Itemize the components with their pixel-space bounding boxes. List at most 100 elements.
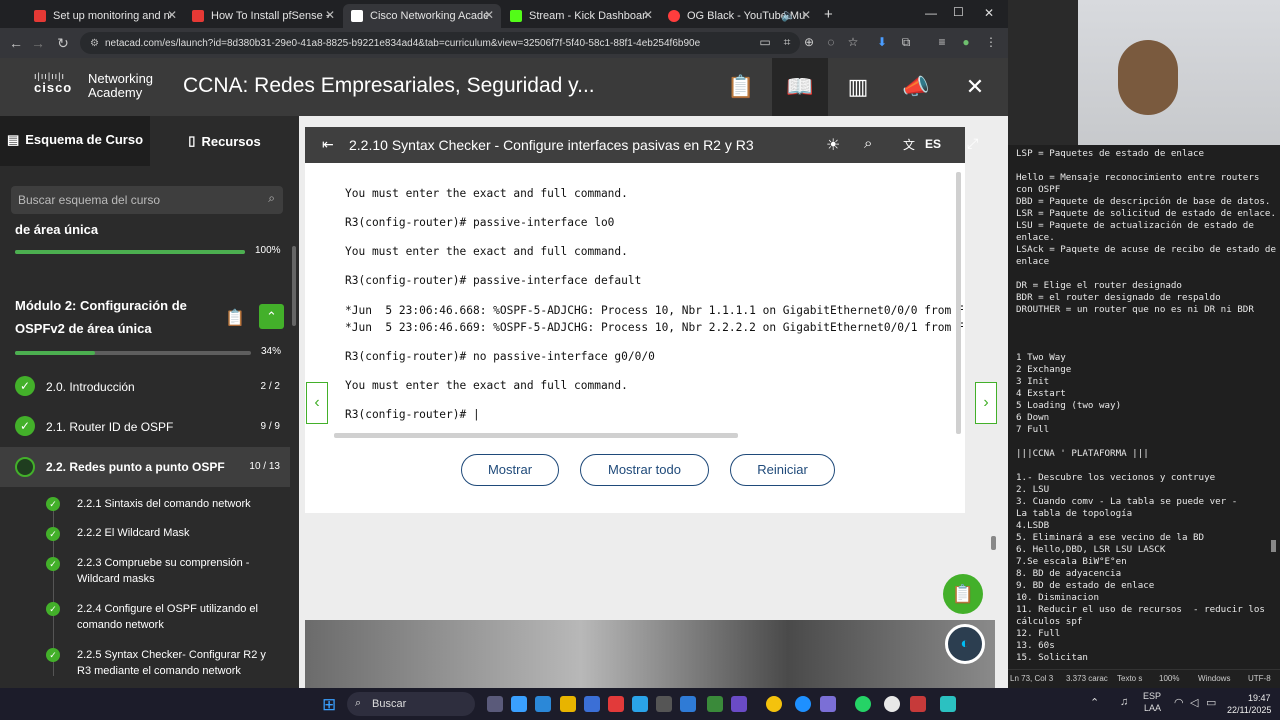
browser-tab[interactable]: Stream - Kick Dashboard ✕ bbox=[502, 4, 660, 28]
language-label[interactable]: ES bbox=[925, 137, 941, 151]
volume-icon[interactable]: ◁ bbox=[1190, 696, 1198, 709]
search-icon[interactable]: ⌕ bbox=[268, 191, 275, 206]
prev-page-button[interactable]: ‹ bbox=[306, 382, 328, 424]
notes-fab-icon[interactable]: 📋 bbox=[943, 574, 983, 614]
close-tab-icon[interactable]: ✕ bbox=[643, 8, 653, 22]
app-icon[interactable] bbox=[608, 696, 624, 712]
sidebar-scrollbar[interactable] bbox=[292, 246, 296, 326]
browser-tab-active[interactable]: Cisco Networking Academy: CC ✕ bbox=[343, 4, 501, 28]
show-all-button[interactable]: Mostrar todo bbox=[580, 454, 709, 486]
download-icon[interactable]: ⬇ bbox=[873, 35, 891, 49]
module-title[interactable]: Módulo 2: Configuración de bbox=[15, 298, 187, 313]
section-item[interactable]: ✓ 2.0. Introducción 2 / 2 bbox=[0, 366, 290, 406]
close-tab-icon[interactable]: ✕ bbox=[325, 8, 335, 22]
close-tab-icon[interactable]: ✕ bbox=[167, 8, 177, 22]
book-icon[interactable]: 📖 bbox=[783, 70, 817, 104]
grades-chart-icon[interactable]: ▥ bbox=[841, 70, 875, 104]
language-indicator-2[interactable]: LAA bbox=[1144, 703, 1161, 713]
subsection-item[interactable]: 2.2.2 El Wildcard Mask bbox=[77, 527, 189, 539]
widgets-icon[interactable] bbox=[511, 696, 527, 712]
subsection-item[interactable]: 2.2.4 Configure el OSPF utilizando el bbox=[77, 603, 258, 615]
outline-search-input[interactable]: Buscar esquema del curso ⌕ bbox=[11, 186, 283, 214]
cisco-logo[interactable]: ı|ıı|ıı|ı cisco Networking Academy bbox=[34, 72, 153, 100]
notepad-scrollbar[interactable] bbox=[1271, 540, 1276, 552]
prev-module-title[interactable]: de área única bbox=[15, 222, 98, 237]
whatsapp-icon[interactable] bbox=[855, 696, 871, 712]
telegram-icon[interactable] bbox=[632, 696, 648, 712]
reset-button[interactable]: Reiniciar bbox=[730, 454, 835, 486]
show-button[interactable]: Mostrar bbox=[461, 454, 559, 486]
app-icon[interactable] bbox=[731, 696, 747, 712]
app-icon[interactable] bbox=[884, 696, 900, 712]
clock-time[interactable]: 19:47 bbox=[1248, 693, 1271, 703]
chrome-icon[interactable] bbox=[766, 696, 782, 712]
browser-tab[interactable]: Set up monitoring and notificat ✕ bbox=[26, 4, 184, 28]
collapse-menu-icon[interactable]: ⇤ bbox=[322, 136, 334, 153]
new-tab-button[interactable]: + bbox=[824, 6, 833, 23]
terminal-scrollbar-v[interactable] bbox=[956, 172, 961, 434]
close-course-button[interactable]: ✕ bbox=[958, 70, 992, 104]
reading-list-icon[interactable]: ≡ bbox=[933, 35, 951, 49]
forward-icon[interactable]: → bbox=[26, 35, 50, 51]
tab-resources[interactable]: ▯ Recursos bbox=[150, 116, 299, 166]
subsection-item[interactable]: 2.2.3 Compruebe su comprensión - bbox=[77, 557, 249, 569]
task-view-icon[interactable] bbox=[487, 696, 503, 712]
store-icon[interactable] bbox=[584, 696, 600, 712]
app-icon[interactable] bbox=[940, 696, 956, 712]
terminal-output[interactable]: You must enter the exact and full comman… bbox=[332, 168, 963, 438]
notepad-text-area[interactable]: LSP = Paquetes de estado de enlace Hello … bbox=[1008, 145, 1280, 665]
page-scrollbar[interactable] bbox=[991, 536, 996, 550]
expand-icon[interactable]: ⤢ bbox=[967, 135, 978, 152]
battery-icon[interactable]: ▭ bbox=[1206, 696, 1216, 709]
brightness-icon[interactable]: ☀ bbox=[826, 135, 840, 155]
wifi-icon[interactable]: ◠ bbox=[1174, 696, 1184, 709]
taskbar-search[interactable]: ⌕ Buscar bbox=[347, 692, 475, 716]
profile-avatar-icon[interactable]: ● bbox=[957, 35, 975, 49]
terminal-prompt[interactable]: R3(config-router)# | bbox=[345, 408, 480, 421]
edge-icon[interactable] bbox=[535, 696, 551, 712]
clock-date[interactable]: 22/11/2025 bbox=[1227, 705, 1271, 715]
section-item[interactable]: ✓ 2.1. Router ID de OSPF 9 / 9 bbox=[0, 406, 290, 446]
extensions-icon[interactable]: ⧉ bbox=[897, 35, 915, 50]
teams-icon[interactable] bbox=[820, 696, 836, 712]
language-indicator[interactable]: ESP bbox=[1143, 691, 1161, 701]
tab-outline[interactable]: ▤ Esquema de Curso bbox=[0, 116, 150, 166]
collapse-chevron-icon[interactable]: ⌃ bbox=[259, 304, 284, 329]
tray-app-icon[interactable]: ♫ bbox=[1120, 696, 1128, 708]
site-info-icon[interactable]: ⚙ bbox=[90, 38, 99, 49]
windows-start-icon[interactable]: ⊞ bbox=[322, 695, 336, 715]
menu-icon[interactable]: ⋮ bbox=[982, 35, 1000, 49]
browser-tab[interactable]: How To Install pfSense + Begin ✕ bbox=[184, 4, 342, 28]
subsection-item-line2[interactable]: Wildcard masks bbox=[77, 573, 155, 585]
close-tab-icon[interactable]: ✕ bbox=[801, 8, 811, 22]
subsection-item-line2[interactable]: R3 mediante el comando network bbox=[77, 665, 241, 677]
subsection-item[interactable]: 2.2.5 Syntax Checker- Configurar R2 y bbox=[77, 649, 266, 661]
zoom-icon[interactable]: ⊕ bbox=[800, 35, 818, 49]
close-window-button[interactable]: ✕ bbox=[984, 6, 994, 20]
maximize-button[interactable]: ☐ bbox=[953, 5, 964, 19]
vscode-icon[interactable] bbox=[680, 696, 696, 712]
translate-icon[interactable]: ⌗ bbox=[778, 35, 796, 50]
minimize-button[interactable]: — bbox=[925, 6, 937, 20]
terminal-scrollbar-h[interactable] bbox=[334, 433, 738, 438]
url-input[interactable]: ⚙ netacad.com/es/launch?id=8d380b31-29e0… bbox=[80, 32, 800, 54]
terminal-app-icon[interactable] bbox=[656, 696, 672, 712]
app-icon[interactable] bbox=[707, 696, 723, 712]
file-explorer-icon[interactable] bbox=[560, 696, 576, 712]
app-icon[interactable] bbox=[795, 696, 811, 712]
browser-tab[interactable]: OG Black - YouTube Music 🔈 ✕ bbox=[660, 4, 818, 28]
app-icon[interactable] bbox=[910, 696, 926, 712]
back-icon[interactable]: ← bbox=[4, 35, 28, 51]
screen-share-icon[interactable]: ▭ bbox=[756, 35, 774, 49]
search-icon[interactable]: ⌕ bbox=[864, 135, 872, 152]
module-title-line2[interactable]: OSPFv2 de área única bbox=[15, 321, 152, 336]
module-clipboard-icon[interactable]: 📋 bbox=[225, 308, 245, 328]
next-page-button[interactable]: › bbox=[975, 382, 997, 424]
bookmark-star-icon[interactable]: ☆ bbox=[844, 35, 862, 49]
assistant-icon[interactable]: ◐ bbox=[945, 624, 985, 664]
language-icon[interactable]: 文 bbox=[903, 136, 915, 153]
megaphone-icon[interactable]: 📣 bbox=[899, 70, 933, 104]
subsection-item-line2[interactable]: comando network bbox=[77, 619, 164, 631]
subsection-item[interactable]: 2.2.1 Sintaxis del comando network bbox=[77, 498, 251, 510]
tray-chevron-icon[interactable]: ⌃ bbox=[1090, 696, 1099, 709]
